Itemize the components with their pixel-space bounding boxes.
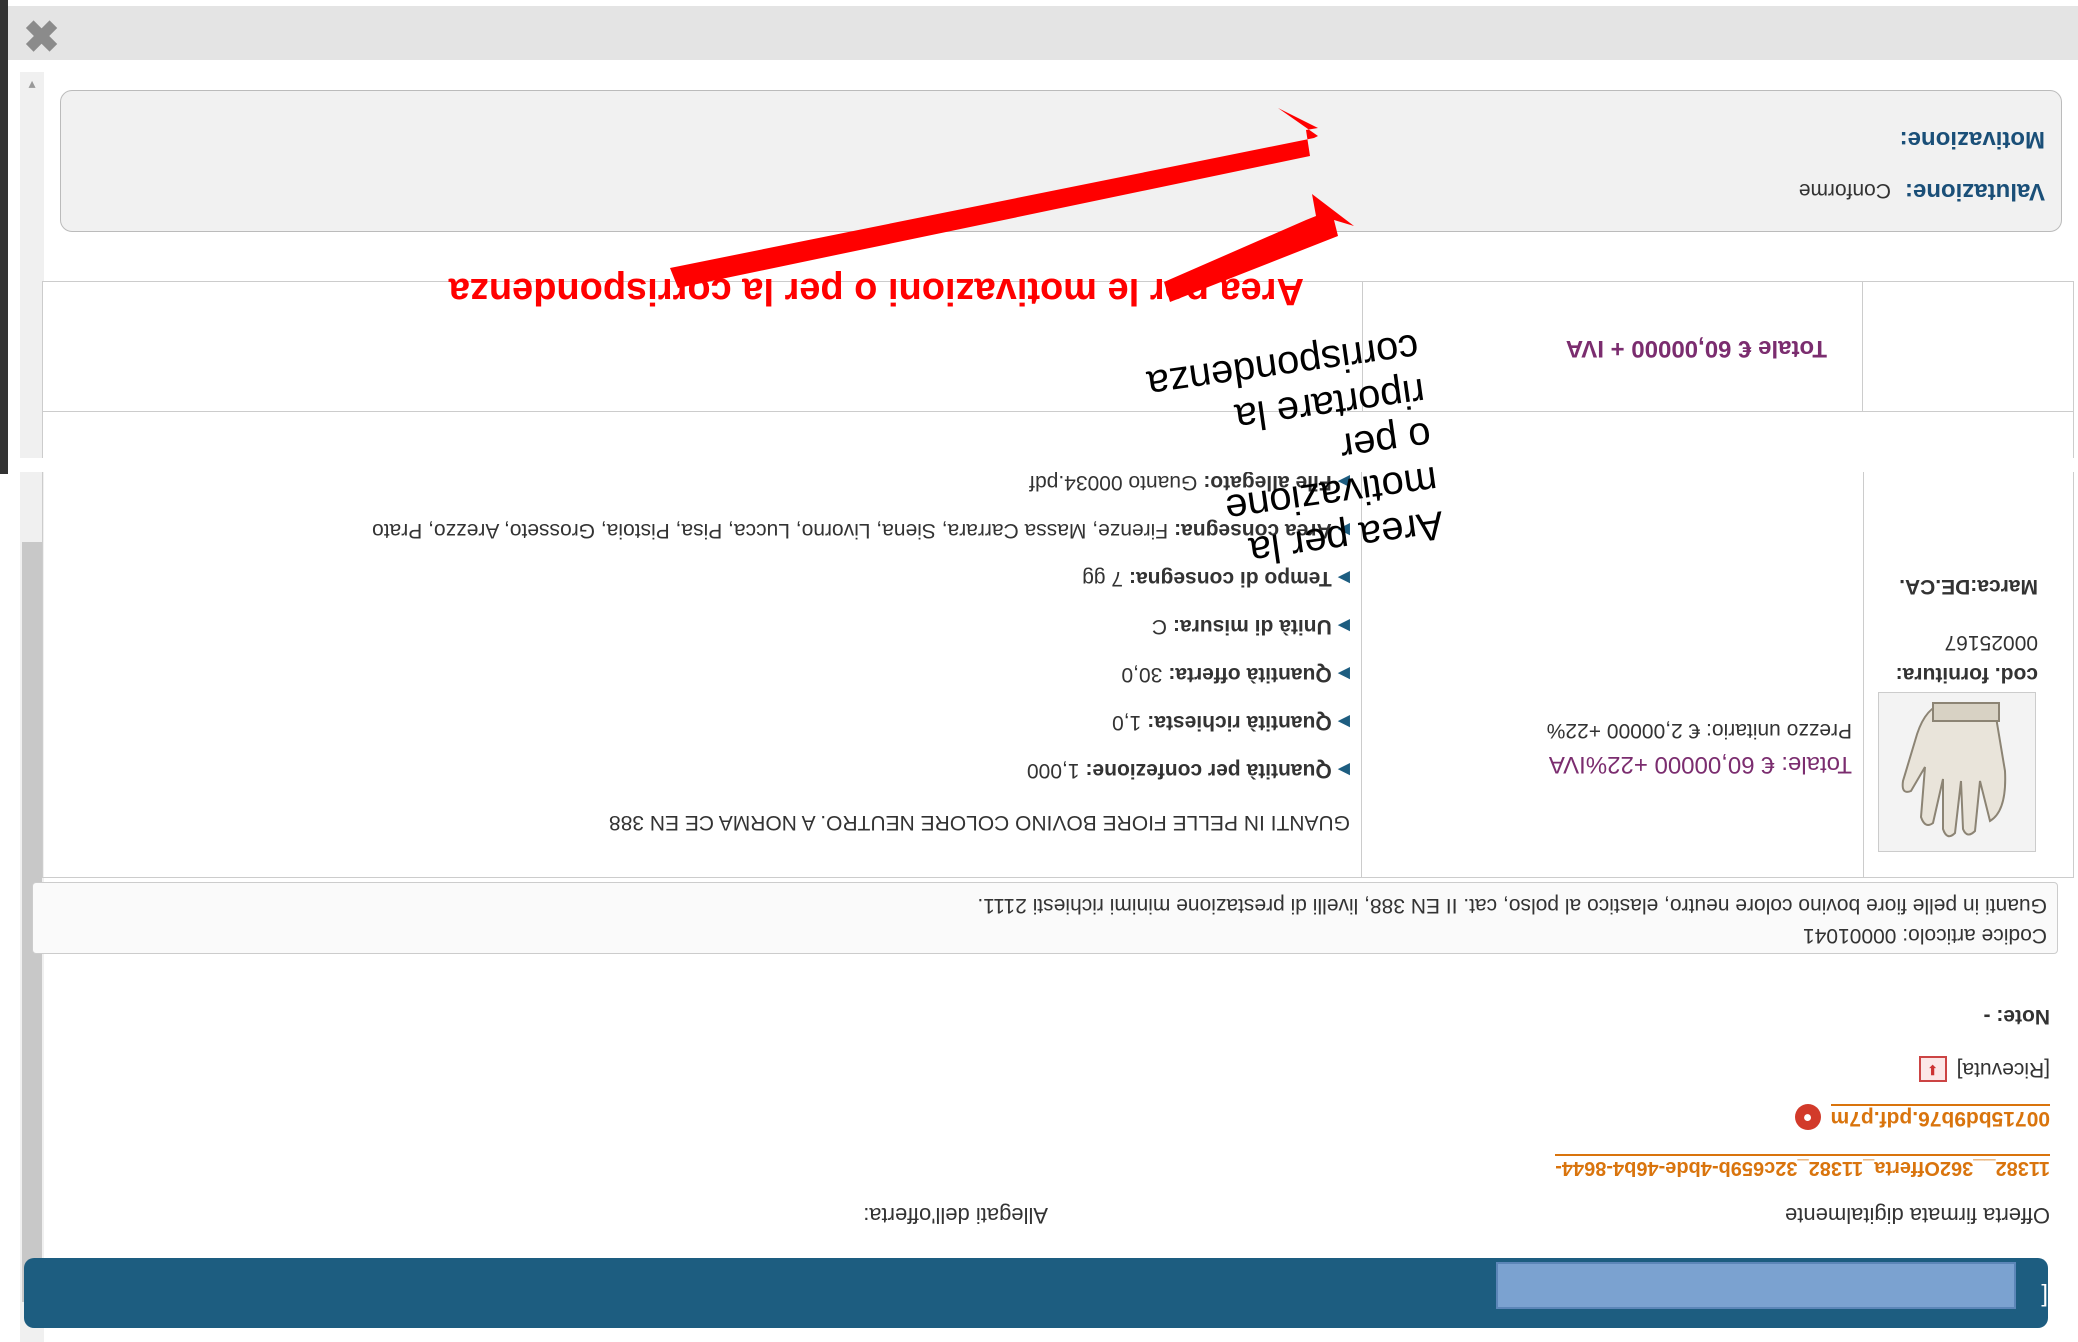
rotated-stage: ▼ [ Offerta firmata digitalmente Allegat… xyxy=(0,0,2078,1342)
annotation-arrows xyxy=(670,108,1354,302)
red-arrow-short xyxy=(1164,194,1354,302)
